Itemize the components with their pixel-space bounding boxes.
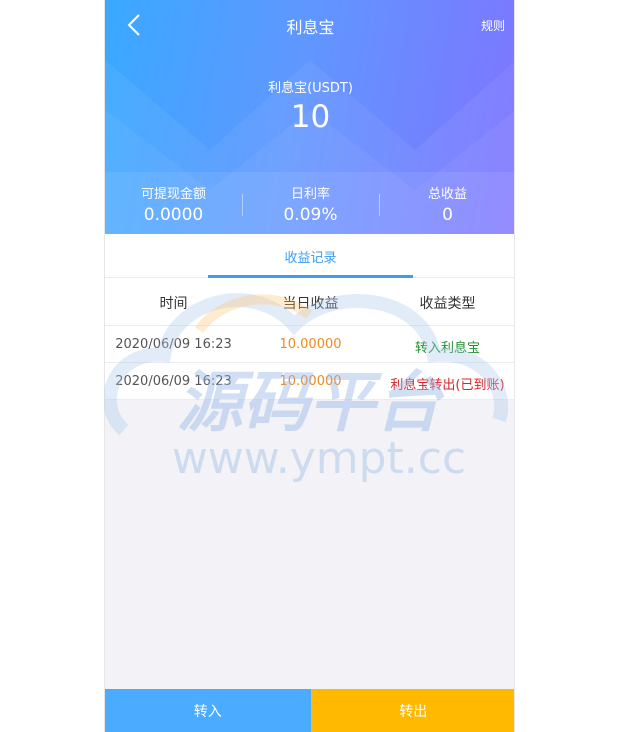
- column-header-daily-earnings: 当日收益: [282, 296, 339, 312]
- stat-value: 0.09%: [283, 205, 338, 225]
- table-row: 2020/06/09 16:23 10.00000 转入利息宝: [105, 326, 514, 363]
- bottom-action-bar: 转入 转出: [105, 689, 514, 732]
- stat-value: 0: [442, 205, 453, 225]
- stat-label: 总收益: [427, 187, 467, 202]
- column-header-earnings-type: 收益类型: [419, 296, 476, 312]
- row-time: 2020/06/09 16:23: [115, 337, 232, 352]
- top-bar: 利息宝 规则: [105, 0, 514, 50]
- row-type: 利息宝转出(已到账): [390, 378, 505, 393]
- row-type: 转入利息宝: [414, 341, 480, 356]
- transfer-in-button[interactable]: 转入: [105, 689, 311, 732]
- stat-daily-rate: 日利率 0.09%: [242, 172, 379, 234]
- app-screen: 利息宝 规则 利息宝(USDT) 10 可提现金额 0.0000 日利率 0.0…: [104, 0, 515, 732]
- tab-bar: 收益记录: [105, 234, 514, 278]
- stat-withdrawable: 可提现金额 0.0000: [105, 172, 242, 234]
- stat-value: 0.0000: [143, 205, 204, 225]
- rules-link[interactable]: 规则: [481, 17, 505, 34]
- row-amount: 10.00000: [279, 337, 342, 352]
- table-header: 时间 当日收益 收益类型: [105, 278, 514, 326]
- transfer-out-button[interactable]: 转出: [310, 689, 514, 732]
- stat-total-earnings: 总收益 0: [379, 172, 514, 234]
- stat-divider: [379, 194, 380, 216]
- balance-value: 10: [290, 99, 331, 135]
- stat-label: 日利率: [290, 187, 330, 202]
- stat-divider: [242, 194, 243, 216]
- table-row: 2020/06/09 16:23 10.00000 利息宝转出(已到账): [105, 363, 514, 400]
- records-list: 2020/06/09 16:23 10.00000 转入利息宝 2020/06/…: [105, 326, 514, 400]
- header-banner: 利息宝 规则 利息宝(USDT) 10 可提现金额 0.0000 日利率 0.0…: [105, 0, 514, 234]
- page-title: 利息宝: [286, 18, 335, 37]
- row-time: 2020/06/09 16:23: [115, 374, 232, 389]
- stat-label: 可提现金额: [140, 187, 206, 202]
- tab-earnings-records[interactable]: 收益记录: [208, 234, 413, 278]
- balance-label: 利息宝(USDT): [268, 81, 353, 96]
- column-header-time: 时间: [159, 296, 188, 312]
- row-amount: 10.00000: [279, 374, 342, 389]
- stats-strip: 可提现金额 0.0000 日利率 0.09% 总收益 0: [105, 172, 514, 234]
- tab-label: 收益记录: [284, 251, 337, 266]
